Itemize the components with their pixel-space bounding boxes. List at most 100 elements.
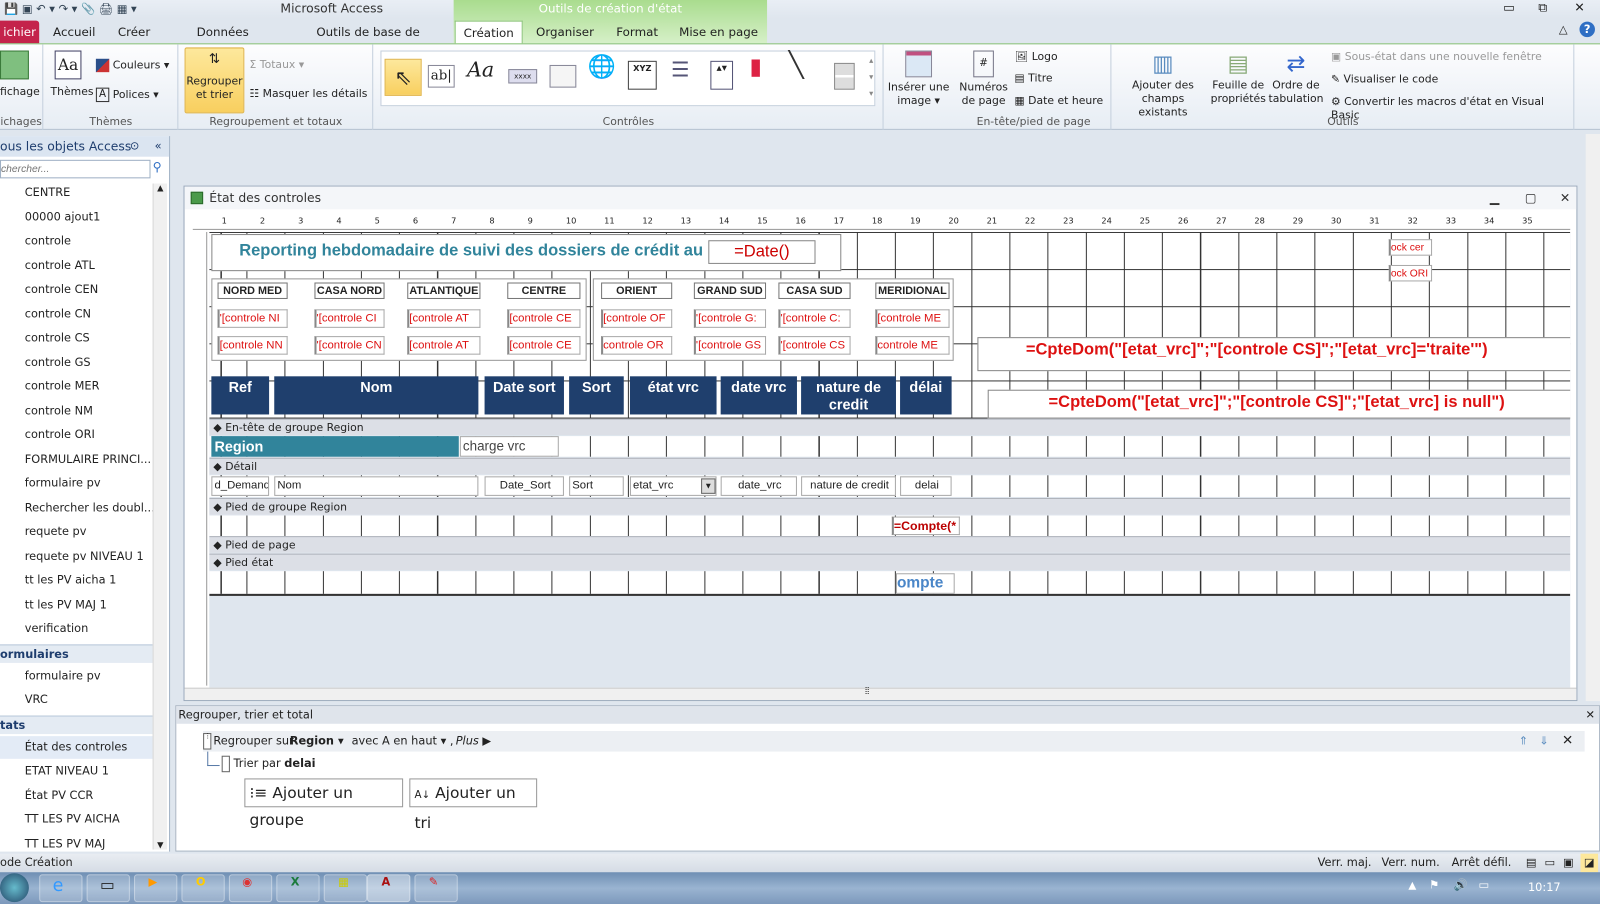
nav-search-input[interactable] [0,159,151,179]
drag-handle-icon[interactable]: ⋮ [203,733,212,750]
search-icon[interactable]: ⚲ [153,160,162,174]
feuille-proprietes-button[interactable]: ▤ Feuille de propriétés [1209,51,1267,107]
nav-category-etats[interactable]: tats [0,714,153,734]
nav-item[interactable]: Rechercher les doubl... [0,496,155,519]
ajouter-champs-button[interactable]: ▥ Ajouter des champs existants [1117,51,1210,120]
region-field[interactable]: '[controle NI [217,309,288,328]
section-detail[interactable]: ◆ Détail [209,457,1571,475]
logo-button[interactable]: 🖼 Logo [1015,51,1058,64]
detail-field[interactable]: delai [900,476,952,496]
nav-item[interactable]: VRC [0,689,153,712]
sous-etat-button[interactable]: ▣ Sous-état dans une nouvelle fenêtre [1331,51,1542,64]
layout-view-icon[interactable]: ▣ [1563,854,1574,873]
detail-field[interactable]: date_vrc [720,476,797,496]
charge-vrc-field[interactable]: charge vrc [459,436,559,457]
region-field[interactable]: '[controle CN [314,336,385,355]
collapse-nav-icon[interactable]: « [155,136,162,157]
formula-traite-field[interactable]: =CpteDom("[etat_vrc]";"[controle CS]";"[… [977,337,1571,372]
taskbar-pdf[interactable]: ✎ [414,874,458,903]
tab-mise-en-page[interactable]: Mise en page [674,21,763,44]
region-field[interactable]: controle ME [875,336,950,355]
chart-control-icon[interactable]: ▮ [750,56,762,79]
nav-item[interactable]: État PV CCR [0,784,153,807]
ordre-tabulation-button[interactable]: ⇄ Ordre de tabulation [1267,51,1325,107]
drag-handle-icon[interactable] [221,755,230,773]
column-header[interactable]: état vrc [629,376,717,415]
region-field[interactable]: [controle NN [217,336,288,355]
help-icon[interactable]: ? [1579,21,1595,38]
tab-format[interactable]: Format [610,21,664,44]
nav-item[interactable]: formulaire pv [0,472,153,495]
group-level-row[interactable]: ⋮ Regrouper sur Region ▾ avec A en haut … [203,730,1585,752]
nav-item[interactable]: controle ATL [0,254,153,277]
report-close-icon[interactable]: ✕ [1560,187,1570,210]
tab-control-icon[interactable] [549,64,577,88]
label-control-icon[interactable]: Aa [467,59,494,80]
nav-dropdown-icon[interactable]: ⊙ [130,136,140,157]
column-header[interactable]: nature de credit [801,376,896,415]
tab-fichier[interactable]: ichier [0,20,40,44]
order-dropdown[interactable]: avec A en haut ▾ , [352,731,454,752]
nav-item[interactable]: tt les PV MAJ 1 [0,593,153,616]
visualiser-code-button[interactable]: ✎ Visualiser le code [1331,73,1438,86]
masquer-details-button[interactable]: ☷ Masquer les détails [250,88,368,101]
collapse-ribbon-icon[interactable]: △ [1559,23,1568,36]
scroll-down-icon[interactable]: ▼ [154,840,167,849]
textbox-control-icon[interactable]: ab| [427,64,455,88]
print-preview-icon[interactable]: ▭ [1544,854,1555,873]
section-report-footer[interactable]: ◆ Pied état [209,553,1571,571]
region-field[interactable]: Region [211,436,459,457]
detail-field[interactable]: Nom [274,476,479,496]
report-h-scrollbar[interactable]: ⦙⦙ [184,687,1577,701]
nav-item[interactable]: controle NM [0,400,153,423]
taskbar-app[interactable]: ▦ [323,874,368,903]
nav-item[interactable]: CENTRE [0,181,153,204]
regrouper-trier-button[interactable]: ⇅ Regrouper et trier [184,47,245,114]
hyperlink-control-icon[interactable]: 🌐 [588,56,616,79]
more-options-link[interactable]: Plus ▶ [456,731,491,752]
nav-item[interactable]: FORMULAIRE PRINCI... [0,448,153,471]
nav-item[interactable]: ETAT NIVEAU 1 [0,760,153,783]
rectangle-control-icon[interactable] [834,62,855,90]
page-break-icon[interactable]: ☰ [671,59,689,80]
tab-organiser[interactable]: Organiser [530,21,600,44]
nav-category-formulaires[interactable]: ormulaires [0,643,153,663]
group-field-dropdown[interactable]: Region ▾ [290,731,344,752]
nav-item[interactable]: controle CS [0,327,153,350]
detail-field[interactable]: etat_vrc ▼ [629,476,717,496]
section-group-footer[interactable]: ◆ Pied de groupe Region [209,497,1571,515]
themes-button[interactable]: Thèmes [51,86,94,99]
region-field[interactable]: [controle OF [601,309,673,328]
polices-button[interactable]: A Polices ▾ [95,87,159,103]
taskbar-chrome[interactable]: ◉ [228,874,273,903]
nav-item[interactable]: TT LES PV AICHA [0,808,153,831]
taskbar-media[interactable]: ▶ [134,874,178,903]
delete-level-icon[interactable]: ✕ [1562,731,1573,752]
totaux-button[interactable]: Σ Totaux ▾ [250,59,305,72]
nav-item[interactable]: formulaire pv [0,664,153,687]
region-field[interactable]: '[controle G: [693,309,767,328]
detail-field[interactable]: Date_Sort [484,476,564,496]
add-group-button[interactable]: ⁝≡ Ajouter un groupe [244,778,404,829]
line-control-icon[interactable]: ╲ [789,53,804,78]
taskbar-explorer[interactable]: ▭ [86,874,130,903]
dropdown-arrow-icon[interactable]: ▼ [701,478,716,494]
column-header[interactable]: délai [900,376,952,415]
region-field[interactable]: [controle AT [407,309,481,328]
move-up-icon[interactable]: ⇑ [1519,731,1529,752]
minimize-icon[interactable]: ▭ [1503,0,1515,14]
close-icon[interactable]: ✕ [1574,0,1584,14]
controls-gallery-scroll[interactable]: ▴ ▾ ▾ [867,53,875,102]
count-field[interactable]: =Compte(* [891,516,960,536]
nav-item[interactable]: controle CEN [0,278,153,301]
start-button[interactable] [0,873,29,903]
tab-creation[interactable]: Création [454,20,523,44]
couleurs-button[interactable]: Couleurs ▾ [95,58,169,73]
network-icon[interactable]: ▭ [1478,878,1489,891]
affichage-button[interactable]: fichage [0,86,40,99]
tab-creer[interactable]: Créer [111,21,156,44]
region-field[interactable]: [controle AT [407,336,481,355]
action-center-icon[interactable]: ⚑ [1429,878,1439,891]
add-sort-button[interactable]: A↓ Ajouter un tri [409,778,538,832]
total-count-field[interactable]: ompte [895,573,955,594]
